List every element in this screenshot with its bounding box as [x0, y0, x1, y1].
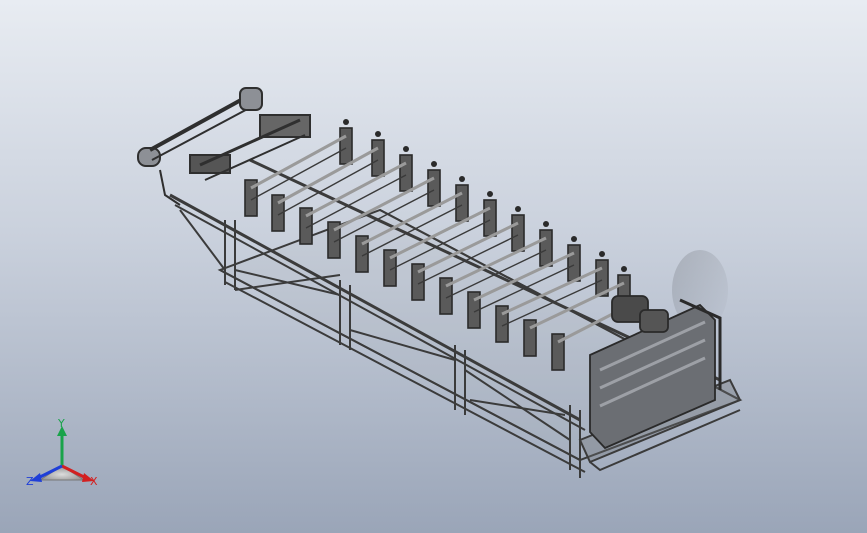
coordinate-triad: Y X Z — [24, 418, 108, 494]
x-axis-label: X — [90, 475, 98, 488]
y-axis-label: Y — [58, 417, 65, 430]
graphics-viewport[interactable]: Y X Z — [0, 0, 867, 533]
entry-guide — [137, 87, 311, 206]
roll-forming-machine-model[interactable] — [0, 0, 867, 533]
z-axis-label: Z — [26, 475, 34, 488]
cutting-unit — [589, 295, 722, 450]
